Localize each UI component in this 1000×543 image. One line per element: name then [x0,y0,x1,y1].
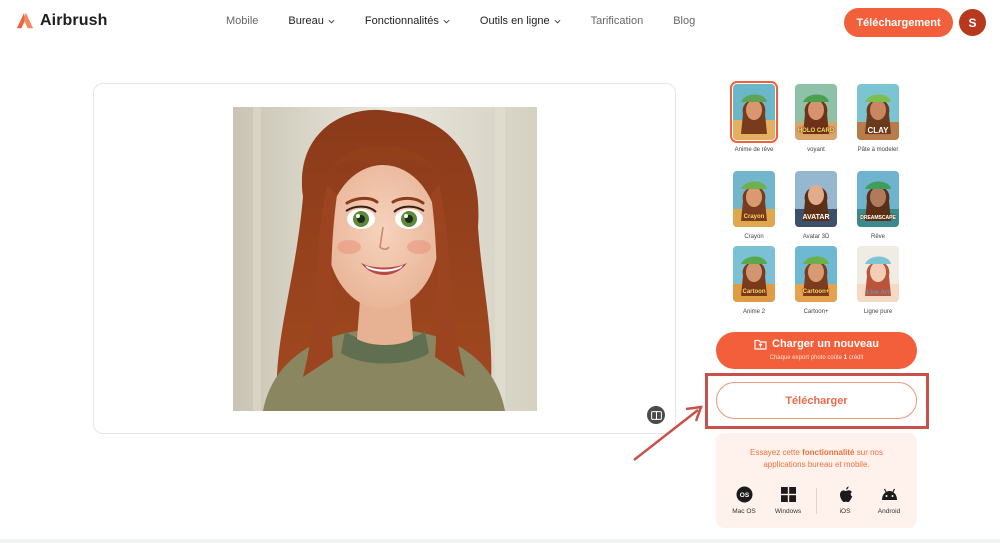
upload-cost-note: Chaque export photo coûte 1 crédit [716,355,917,361]
annotation-arrow-icon [633,405,703,461]
download-button[interactable]: Télécharger [716,382,917,419]
platform-label: iOS [839,508,851,515]
chevron-down-icon [328,19,335,24]
platform-label: Android [877,508,901,515]
apps-promo-text: Essayez cette fonctionnalité sur nos app… [728,447,905,471]
android-icon [881,488,897,500]
style-label: Avatar 3D [802,234,830,240]
style-thumb-caption: HOLO CARD [797,128,835,134]
style-label: Anime de rêve [734,147,774,153]
header-download-button[interactable]: Téléchargement [844,8,953,37]
nav-item-label: Bureau [288,15,324,27]
nav-item-label: Fonctionnalités [364,15,439,27]
page-bottom-border [0,539,1000,543]
style-label: Crayon [744,234,764,240]
platform-macos[interactable]: OS Mac OS [724,484,764,515]
nav-item-fonctionnalites[interactable]: Fonctionnalités [365,15,450,27]
upload-new-button[interactable]: Charger un nouveau Chaque export photo c… [716,332,917,369]
style-thumb-caption: Crayon [743,214,765,220]
style-label: Anime 2 [742,309,765,315]
platform-label: Mac OS [732,508,756,515]
style-label: voyant [807,147,825,153]
airbrush-logo-icon [16,12,34,29]
style-label: Rêve [870,234,885,240]
platform-list: OS Mac OS Windows iOS Android [716,484,917,524]
nav-item-tarification[interactable]: Tarification [591,15,644,27]
nav-item-mobile[interactable]: Mobile [226,15,258,27]
apple-icon [839,486,852,502]
promo-text-start: Essayez cette [750,448,800,457]
style-thumb-caption: Cartoon+ [802,289,830,295]
upload-button-label: Charger un nouveau [772,338,879,350]
windows-icon [780,486,796,502]
upload-cost-suffix: crédit [848,355,864,361]
brand-logo[interactable]: Airbrush [16,12,107,30]
style-label: Cartoon+ [803,309,829,315]
top-header: Airbrush Mobile Bureau Fonctionnalités O… [0,0,1000,45]
style-thumb-caption: CLAY [867,126,889,135]
nav-item-bureau[interactable]: Bureau [288,15,335,27]
folder-upload-icon [754,339,767,350]
platform-label: Windows [774,508,802,515]
platform-ios[interactable]: iOS [825,484,865,515]
style-thumb-caption: DREAMSCAPE [860,215,896,221]
result-portrait-image [233,107,537,411]
style-label: Pâte à modeler [857,147,899,153]
upload-cost-prefix: Chaque export photo coûte [769,355,843,361]
platform-android[interactable]: Android [869,484,909,515]
nav-item-blog[interactable]: Blog [673,15,695,27]
nav-item-label: Outils en ligne [479,15,550,27]
apps-promo-panel: Essayez cette fonctionnalité sur nos app… [716,433,917,528]
platform-windows[interactable]: Windows [768,484,808,515]
platform-divider [816,488,817,514]
promo-text-bold: fonctionnalité [802,448,855,457]
chevron-down-icon [443,19,450,24]
upload-cost-count: 1 [843,355,848,361]
svg-text:OS: OS [739,492,749,499]
nav-item-label: Mobile [226,15,259,27]
style-thumb-caption: Line Art [866,290,890,296]
macos-icon: OS [736,486,752,502]
nav-item-label: Blog [673,15,696,27]
style-thumb-caption: AVATAR [802,214,830,221]
brand-name: Airbrush [40,12,108,29]
user-avatar[interactable]: S [959,9,986,36]
result-preview-panel [93,83,676,434]
style-thumb-caption: Cartoon [742,289,766,295]
style-thumb-anime-reve-icon [730,81,778,143]
style-label: Ligne pure [863,309,893,315]
chevron-down-icon [554,19,561,24]
upload-button-main: Charger un nouveau [716,338,917,350]
nav-item-outils-en-ligne[interactable]: Outils en ligne [480,15,561,27]
main-nav: Mobile Bureau Fonctionnalités Outils en … [226,15,695,27]
nav-item-label: Tarification [590,15,644,27]
